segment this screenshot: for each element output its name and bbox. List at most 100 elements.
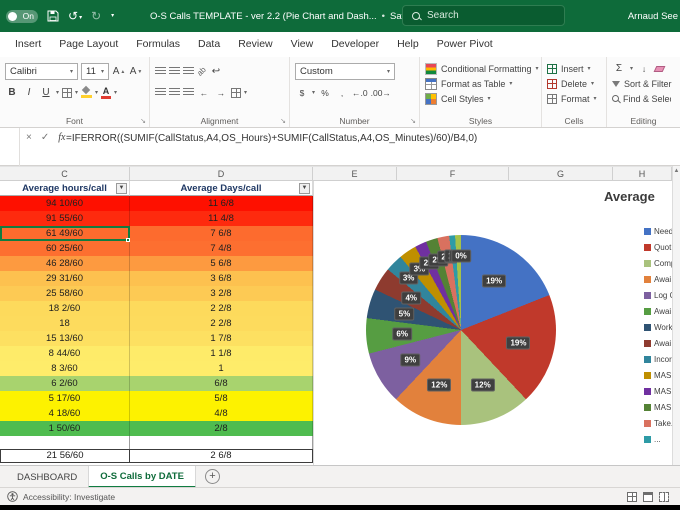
add-sheet-button[interactable]: +	[204, 469, 220, 484]
format-as-table-button[interactable]: Format as Table ▾	[425, 76, 536, 91]
filter-dropdown-icon[interactable]: ▼	[116, 183, 127, 194]
format-cells-button[interactable]: Format ▾	[547, 91, 601, 106]
cancel-icon[interactable]: ×	[26, 132, 32, 143]
chevron-down-icon[interactable]: ▾	[244, 89, 247, 96]
tab-page-layout[interactable]: Page Layout	[50, 32, 127, 57]
chevron-down-icon[interactable]: ▾	[114, 89, 117, 96]
cell-average-hours[interactable]: 8 3/60	[0, 361, 130, 376]
align-right-icon[interactable]	[183, 88, 194, 97]
align-top-icon[interactable]	[155, 67, 166, 76]
customize-quick-access-icon[interactable]: ▾	[110, 12, 114, 20]
table-header-days[interactable]: Average Days/call ▼	[130, 181, 313, 196]
comma-style-button[interactable]: ,	[335, 84, 349, 101]
italic-button[interactable]: I	[22, 84, 36, 101]
cell-average-hours[interactable]: 94 10/60	[0, 196, 130, 211]
cell-average-hours[interactable]: 25 58/60	[0, 286, 130, 301]
legend-item[interactable]: MAS...	[644, 399, 672, 415]
conditional-formatting-button[interactable]: Conditional Formatting ▾	[425, 61, 539, 76]
tab-insert[interactable]: Insert	[6, 32, 50, 57]
cell-styles-button[interactable]: Cell Styles ▾	[425, 91, 536, 106]
cell-average-hours[interactable]: 29 31/60	[0, 271, 130, 286]
autosave-toggle[interactable]: On	[6, 9, 38, 23]
table-header-hours[interactable]: Average hours/call ▼	[0, 181, 130, 196]
align-middle-icon[interactable]	[169, 67, 180, 76]
formula-input[interactable]: =IFERROR((SUMIF(CallStatus,A4,OS_Hours)+…	[66, 133, 477, 144]
find-select-button[interactable]: Find & Select	[612, 91, 675, 106]
scroll-up-icon[interactable]: ▲	[673, 166, 680, 177]
cell-average-hours[interactable]: 46 28/60	[0, 256, 130, 271]
tab-formulas[interactable]: Formulas	[127, 32, 189, 57]
dialog-launcher-icon[interactable]: ↘	[280, 117, 286, 125]
cell-average-hours[interactable]: 5 17/60	[0, 391, 130, 406]
merge-center-icon[interactable]	[231, 87, 241, 98]
decrease-font-icon[interactable]: A ▼	[129, 63, 143, 80]
cell-average-days[interactable]: 11 6/8	[130, 196, 313, 211]
insert-function-icon[interactable]: fx	[58, 132, 65, 143]
font-size-select[interactable]: 11 ▾	[81, 63, 109, 80]
cell-average-days[interactable]: 1	[130, 361, 313, 376]
cell-average-days[interactable]: 1 1/8	[130, 346, 313, 361]
cell-average-days[interactable]: 4/8	[130, 406, 313, 421]
total-days-cell[interactable]: 2 6/8	[129, 449, 313, 463]
cell-average-days[interactable]: 2 2/8	[130, 301, 313, 316]
chevron-down-icon[interactable]: ▾	[95, 89, 98, 96]
cell-average-days[interactable]: 3 6/8	[130, 271, 313, 286]
column-header-g[interactable]: G	[509, 167, 613, 181]
percent-style-button[interactable]: %	[318, 84, 332, 101]
increase-indent-icon[interactable]: →	[214, 84, 228, 101]
fill-down-icon[interactable]: ↓	[637, 60, 651, 77]
decrease-decimal-button[interactable]: .00→	[371, 84, 391, 101]
legend-item[interactable]: Take...	[644, 415, 672, 431]
legend-item[interactable]: MAS...	[644, 383, 672, 399]
cell-average-days[interactable]: 11 4/8	[130, 211, 313, 226]
legend-item[interactable]: Work...	[644, 319, 672, 335]
column-header-d[interactable]: D	[130, 167, 313, 181]
undo-icon[interactable]: ↺ ▾	[68, 10, 82, 22]
cell-average-days[interactable]: 7 6/8	[130, 226, 313, 241]
cell-average-days[interactable]: 5 6/8	[130, 256, 313, 271]
dialog-launcher-icon[interactable]: ↘	[140, 117, 146, 125]
bold-button[interactable]: B	[5, 84, 19, 101]
filter-dropdown-icon[interactable]: ▼	[299, 183, 310, 194]
name-box[interactable]	[0, 128, 20, 166]
column-header-c[interactable]: C	[0, 167, 130, 181]
cell-average-hours[interactable]: 15 13/60	[0, 331, 130, 346]
cell-average-days[interactable]: 2/8	[130, 421, 313, 436]
cell-average-days[interactable]: 6/8	[130, 376, 313, 391]
sort-filter-button[interactable]: Sort & Filter	[612, 76, 675, 91]
tab-developer[interactable]: Developer	[322, 32, 388, 57]
legend-item[interactable]: Log C...	[644, 287, 672, 303]
chevron-down-icon[interactable]: ▾	[56, 89, 59, 96]
column-header-h[interactable]: H	[613, 167, 672, 181]
delete-cells-button[interactable]: Delete ▾	[547, 76, 601, 91]
increase-decimal-button[interactable]: ←.0	[352, 84, 368, 101]
legend-item[interactable]: Comp...	[644, 255, 672, 271]
sheet-tab-dashboard[interactable]: DASHBOARD	[6, 466, 88, 488]
underline-button[interactable]: U	[39, 84, 53, 101]
save-icon[interactable]	[47, 10, 59, 22]
font-name-select[interactable]: Calibri ▾	[5, 63, 78, 80]
tab-data[interactable]: Data	[189, 32, 229, 57]
chart-title[interactable]: Average	[604, 189, 655, 204]
wrap-text-icon[interactable]: ↩	[209, 63, 223, 80]
legend-item[interactable]: Awai...	[644, 335, 672, 351]
insert-cells-button[interactable]: Insert ▾	[547, 61, 601, 76]
cell-average-hours[interactable]: 18 2/60	[0, 301, 130, 316]
legend-item[interactable]: Need...	[644, 223, 672, 239]
column-header-e[interactable]: E	[313, 167, 397, 181]
chevron-down-icon[interactable]: ▾	[312, 89, 315, 96]
cell-average-hours[interactable]: 1 50/60	[0, 421, 130, 436]
cell-average-days[interactable]: 7 4/8	[130, 241, 313, 256]
legend-item[interactable]: MAS...	[644, 367, 672, 383]
decrease-indent-icon[interactable]: ←	[197, 84, 211, 101]
cell-average-hours[interactable]: 4 18/60	[0, 406, 130, 421]
cell-average-hours[interactable]: 18	[0, 316, 130, 331]
account-name[interactable]: Arnaud See	[628, 0, 680, 32]
legend-item[interactable]: ...	[644, 431, 672, 447]
cell-average-days[interactable]: 2 2/8	[130, 316, 313, 331]
tab-review[interactable]: Review	[229, 32, 281, 57]
cell-average-days[interactable]: 5/8	[130, 391, 313, 406]
cell-average-hours[interactable]: 91 55/60	[0, 211, 130, 226]
accessibility-status[interactable]: Accessibility: Investigate	[23, 492, 115, 502]
fill-color-icon[interactable]	[81, 87, 93, 98]
